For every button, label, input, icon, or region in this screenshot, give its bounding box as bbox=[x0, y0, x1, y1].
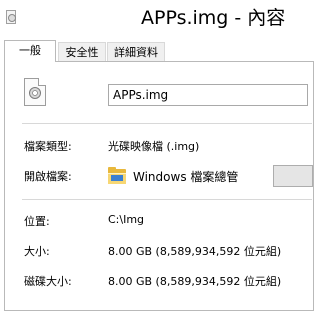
type-value: 光碟映像檔 (.img) bbox=[108, 140, 200, 153]
location-value: C:\Img bbox=[108, 213, 145, 226]
file-explorer-icon bbox=[108, 167, 126, 184]
location-label: 位置: bbox=[24, 215, 50, 228]
tab-security[interactable]: 安全性 bbox=[58, 42, 106, 61]
size-label: 大小: bbox=[24, 245, 50, 258]
tab-strip: 一般 安全性 詳細資料 bbox=[0, 40, 304, 62]
disc-icon bbox=[29, 87, 41, 99]
file-name-input[interactable]: APPs.img bbox=[108, 84, 308, 106]
change-button[interactable] bbox=[273, 165, 313, 187]
tab-details[interactable]: 詳細資料 bbox=[107, 42, 165, 61]
page-fold bbox=[38, 78, 46, 86]
size-on-disk-value: 8.00 GB (8,589,934,592 位元組) bbox=[108, 275, 282, 288]
disc-image-file-icon bbox=[24, 78, 46, 106]
size-on-disk-label: 磁碟大小: bbox=[24, 275, 72, 288]
opens-with-value: Windows 檔案總管 bbox=[133, 170, 239, 184]
divider bbox=[22, 123, 312, 124]
window-file-icon bbox=[6, 10, 16, 24]
tab-general[interactable]: 一般 bbox=[4, 40, 56, 62]
opens-with-label: 開啟檔案: bbox=[24, 170, 72, 183]
title-bar[interactable]: APPs.img - 內容 bbox=[0, 0, 304, 40]
divider bbox=[22, 199, 312, 200]
size-value: 8.00 GB (8,589,934,592 位元組) bbox=[108, 245, 282, 258]
window-title: APPs.img - 內容 bbox=[141, 7, 286, 29]
type-label: 檔案類型: bbox=[24, 140, 72, 153]
